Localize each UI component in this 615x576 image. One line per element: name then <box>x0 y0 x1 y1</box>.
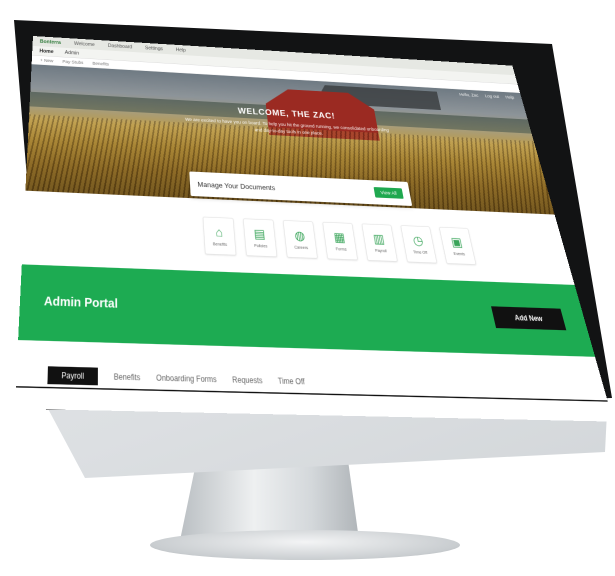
quick-link-label: Careers <box>294 245 309 250</box>
quick-link-tile[interactable]: ◍ Careers <box>282 220 318 259</box>
quick-link-label: Time Off <box>412 250 428 255</box>
home-icon: ⌂ <box>214 224 224 240</box>
quick-link-label: Benefits <box>212 242 228 247</box>
quick-link-label: Payroll <box>374 248 387 254</box>
quick-link-tile[interactable]: ⌂ Benefits <box>202 216 237 256</box>
quick-link-tile[interactable]: ▤ Policies <box>242 218 278 258</box>
portal-title: Admin Portal <box>43 294 118 311</box>
nav-admin[interactable]: Admin <box>65 50 79 56</box>
payroll-icon: ▥ <box>372 231 386 246</box>
tab-payroll[interactable]: Payroll <box>47 366 98 386</box>
tab-requests[interactable]: Requests <box>232 371 264 389</box>
monitor-base <box>150 530 460 560</box>
help-link[interactable]: Help <box>505 95 515 100</box>
os-bar-item[interactable]: Welcome <box>74 41 95 47</box>
globe-icon: ◍ <box>293 228 306 243</box>
quick-link-label: Events <box>453 251 466 257</box>
admin-portal-banner: Admin Portal Add New <box>18 264 596 357</box>
brand-logo[interactable]: Bonterra <box>40 39 61 45</box>
document-icon: ▤ <box>253 226 266 241</box>
quick-link-tile[interactable]: ▥ Payroll <box>361 223 398 262</box>
quick-link-label: Forms <box>335 247 347 252</box>
os-bar-item[interactable]: Dashboard <box>108 43 132 49</box>
documents-label: Manage Your Documents <box>197 179 276 192</box>
portal-tabs: Payroll Benefits Onboarding Forms Reques… <box>47 366 305 390</box>
pay-stubs-button[interactable]: Pay Stubs <box>62 59 83 65</box>
os-bar-item[interactable]: Help <box>176 47 186 53</box>
calendar-icon: ▣ <box>449 234 464 249</box>
tab-underline <box>15 386 608 402</box>
logout-link[interactable]: Log out <box>484 94 499 99</box>
tab-onboarding-forms[interactable]: Onboarding Forms <box>156 369 217 388</box>
quick-link-tile[interactable]: ▦ Forms <box>322 221 358 261</box>
form-icon: ▦ <box>332 229 347 245</box>
quick-links: ⌂ Benefits ▤ Policies ◍ Careers ▦ Forms … <box>202 216 477 265</box>
header-links: Hello, Zac Log out Help <box>459 92 515 100</box>
view-all-button[interactable]: View All <box>373 186 404 199</box>
quick-link-label: Policies <box>253 243 268 249</box>
quick-link-tile[interactable]: ▣ Events <box>438 226 477 265</box>
tab-time-off[interactable]: Time Off <box>277 372 306 390</box>
quick-link-tile[interactable]: ◷ Time Off <box>400 225 438 264</box>
benefits-button[interactable]: Benefits <box>92 61 108 67</box>
new-button[interactable]: + New <box>40 58 53 63</box>
os-bar-item[interactable]: Settings <box>145 45 163 51</box>
clock-icon: ◷ <box>411 233 425 248</box>
nav-home[interactable]: Home <box>39 48 53 54</box>
tab-benefits[interactable]: Benefits <box>114 368 141 386</box>
add-new-button[interactable]: Add New <box>491 306 567 331</box>
user-greeting[interactable]: Hello, Zac <box>459 92 479 98</box>
